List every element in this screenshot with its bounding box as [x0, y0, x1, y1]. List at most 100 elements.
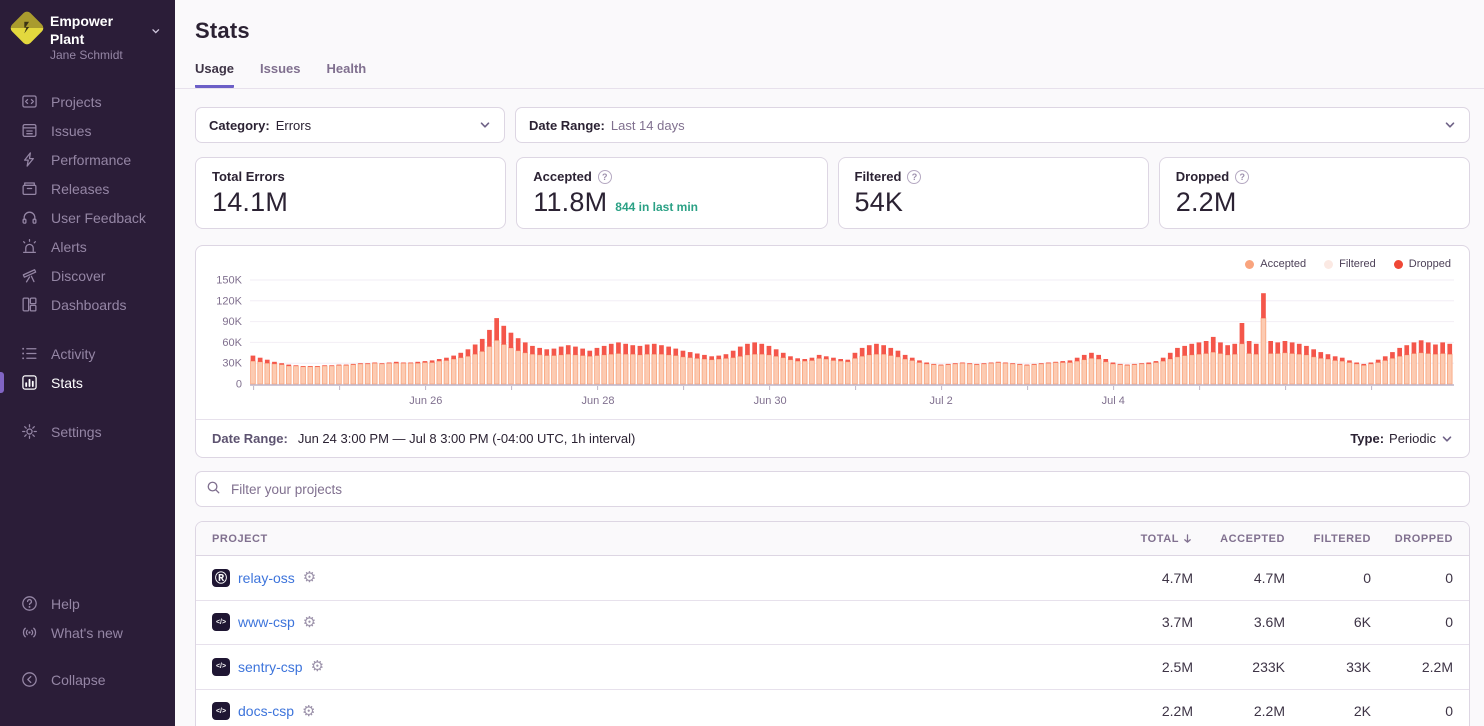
- page-header: Stats Usage Issues Health: [175, 0, 1484, 89]
- table-row: Ⓡ relay-oss ⚙ 4.7M 4.7M 0 0: [196, 556, 1469, 601]
- date-range-select[interactable]: Date Range: Last 14 days: [515, 107, 1470, 143]
- legend-item-accepted[interactable]: Accepted: [1245, 258, 1306, 270]
- stats-icon: [21, 374, 38, 391]
- stat-card-dropped: Dropped ? 2.2M: [1159, 157, 1470, 229]
- chart-legend: Accepted Filtered Dropped: [196, 246, 1469, 272]
- table-row: </> docs-csp ⚙ 2.2M 2.2M 2K 0: [196, 690, 1469, 726]
- sidebar-item-label: Help: [51, 597, 80, 611]
- sidebar-item-discover[interactable]: Discover: [0, 261, 175, 290]
- stat-card-title: Total Errors: [212, 169, 285, 184]
- sidebar-item-label: Activity: [51, 347, 95, 361]
- category-label: Category:: [209, 118, 270, 133]
- projects-icon: [21, 93, 38, 110]
- help-icon[interactable]: ?: [598, 170, 612, 184]
- cell-dropped: 2.2M: [1371, 659, 1453, 675]
- chart-date-range-label: Date Range:: [212, 431, 288, 446]
- usage-chart: 030K60K90K120K150KJun 26Jun 28Jun 30Jul …: [196, 272, 1469, 419]
- legend-item-filtered[interactable]: Filtered: [1324, 258, 1376, 270]
- chevron-down-icon: [479, 119, 491, 131]
- sidebar-nav: Projects Issues Performance Releases Use…: [0, 87, 175, 446]
- usage-chart-card: Accepted Filtered Dropped 030K60K90K120K…: [195, 245, 1470, 458]
- project-link[interactable]: www-csp: [238, 614, 295, 630]
- cell-filtered: 6K: [1285, 614, 1371, 630]
- stat-cards: Total Errors 14.1M Accepted ? 11.8M 844 …: [195, 157, 1470, 229]
- sidebar-item-settings[interactable]: Settings: [0, 417, 175, 446]
- project-filter-input[interactable]: [195, 471, 1470, 507]
- sidebar-item-releases[interactable]: Releases: [0, 174, 175, 203]
- page-title: Stats: [195, 18, 1456, 44]
- stat-card-title: Accepted: [533, 169, 592, 184]
- svg-text:Jun 26: Jun 26: [409, 395, 442, 407]
- projects-table: PROJECT TOTAL ACCEPTED FILTERED DROPPED …: [195, 521, 1470, 726]
- cell-total: 2.5M: [1093, 659, 1193, 675]
- column-total[interactable]: TOTAL: [1093, 533, 1193, 545]
- sidebar-item-help[interactable]: Help: [0, 589, 175, 618]
- chart-type-value: Periodic: [1389, 431, 1436, 446]
- sidebar-item-dashboards[interactable]: Dashboards: [0, 290, 175, 319]
- svg-text:Jun 28: Jun 28: [581, 395, 614, 407]
- sidebar-item-label: Collapse: [51, 673, 105, 687]
- gear-icon[interactable]: ⚙: [311, 659, 324, 674]
- tab-issues[interactable]: Issues: [260, 61, 300, 88]
- sidebar-item-issues[interactable]: Issues: [0, 116, 175, 145]
- sidebar-item-feedback[interactable]: User Feedback: [0, 203, 175, 232]
- help-icon[interactable]: ?: [1235, 170, 1249, 184]
- legend-dot: [1324, 260, 1333, 269]
- project-link[interactable]: sentry-csp: [238, 659, 303, 675]
- performance-icon: [21, 151, 38, 168]
- category-value: Errors: [276, 118, 311, 133]
- svg-text:Jul 2: Jul 2: [929, 395, 952, 407]
- gear-icon[interactable]: ⚙: [303, 615, 316, 630]
- sidebar-item-performance[interactable]: Performance: [0, 145, 175, 174]
- sidebar-item-whatsnew[interactable]: What's new: [0, 618, 175, 647]
- table-header: PROJECT TOTAL ACCEPTED FILTERED DROPPED: [196, 522, 1469, 556]
- cell-filtered: 33K: [1285, 659, 1371, 675]
- sort-desc-icon: [1182, 533, 1193, 544]
- sidebar-item-label: Settings: [51, 425, 102, 439]
- project-link[interactable]: docs-csp: [238, 703, 294, 719]
- cell-filtered: 0: [1285, 570, 1371, 586]
- sidebar-item-label: Dashboards: [51, 298, 127, 312]
- sidebar-item-projects[interactable]: Projects: [0, 87, 175, 116]
- stat-card-title: Filtered: [855, 169, 902, 184]
- search-icon: [206, 480, 221, 500]
- project-link[interactable]: relay-oss: [238, 570, 295, 586]
- sidebar-item-label: Discover: [51, 269, 105, 283]
- cell-accepted: 4.7M: [1193, 570, 1285, 586]
- stat-card-total-errors: Total Errors 14.1M: [195, 157, 506, 229]
- svg-text:0: 0: [236, 379, 242, 391]
- platform-csp-icon: </>: [212, 702, 230, 720]
- chart-type-select[interactable]: Type: Periodic: [1350, 431, 1453, 446]
- column-dropped[interactable]: DROPPED: [1371, 533, 1453, 545]
- org-switcher[interactable]: Empower Plant Jane Schmidt: [0, 13, 175, 63]
- cell-accepted: 3.6M: [1193, 614, 1285, 630]
- sidebar-item-activity[interactable]: Activity: [0, 339, 175, 368]
- org-name: Empower Plant: [50, 13, 146, 48]
- column-accepted[interactable]: ACCEPTED: [1193, 533, 1285, 545]
- tab-usage[interactable]: Usage: [195, 61, 234, 88]
- sidebar-item-alerts[interactable]: Alerts: [0, 232, 175, 261]
- sidebar-item-collapse[interactable]: Collapse: [0, 665, 175, 694]
- user-name: Jane Schmidt: [50, 48, 161, 63]
- activity-icon: [21, 345, 38, 362]
- svg-text:Jul 4: Jul 4: [1102, 395, 1125, 407]
- stat-card-accepted: Accepted ? 11.8M 844 in last min: [516, 157, 827, 229]
- help-icon[interactable]: ?: [907, 170, 921, 184]
- legend-item-dropped[interactable]: Dropped: [1394, 258, 1451, 270]
- tab-health[interactable]: Health: [327, 61, 367, 88]
- feedback-icon: [21, 209, 38, 226]
- platform-csp-icon: </>: [212, 613, 230, 631]
- cell-total: 4.7M: [1093, 570, 1193, 586]
- sidebar-item-stats[interactable]: Stats: [0, 368, 175, 397]
- svg-text:60K: 60K: [222, 337, 242, 349]
- category-select[interactable]: Category: Errors: [195, 107, 505, 143]
- cell-accepted: 2.2M: [1193, 703, 1285, 719]
- column-filtered[interactable]: FILTERED: [1285, 533, 1371, 545]
- legend-dot: [1394, 260, 1403, 269]
- gear-icon[interactable]: ⚙: [302, 704, 315, 719]
- legend-dot: [1245, 260, 1254, 269]
- sidebar-item-label: User Feedback: [51, 211, 146, 225]
- gear-icon[interactable]: ⚙: [303, 570, 316, 585]
- stat-card-subtext: 844 in last min: [615, 200, 698, 214]
- stat-card-title: Dropped: [1176, 169, 1229, 184]
